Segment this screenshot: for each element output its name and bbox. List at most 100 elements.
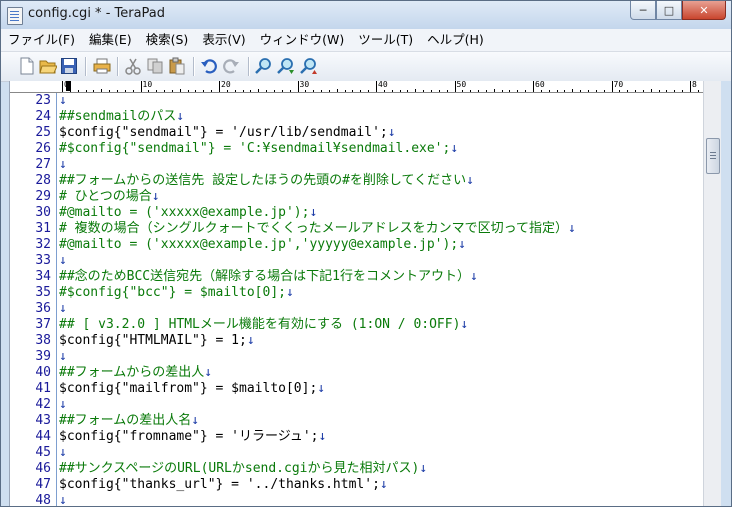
code-line[interactable]: 25 $config{"sendmail"} = '/usr/lib/sendma… (10, 125, 710, 141)
ruler-tick (187, 90, 189, 92)
line-number: 34 (35, 269, 51, 284)
ruler-tick (603, 90, 605, 92)
ruler-tick (485, 90, 487, 92)
newline-mark: ↓ (466, 173, 474, 188)
code-line[interactable]: 31 # 複数の場合（シングルクォートでくくったメールアドレスをカンマで区切って指… (10, 221, 710, 237)
code-line[interactable]: 43 ##フォームの差出人名↓ (10, 413, 710, 429)
save-icon[interactable] (60, 57, 78, 75)
line-text: #@mailto = ('xxxxx@example.jp','yyyyy@ex… (59, 237, 459, 252)
menu-window[interactable]: ウィンドウ(W) (253, 29, 352, 51)
code-line[interactable]: 32 #@mailto = ('xxxxx@example.jp','yyyyy@… (10, 237, 710, 253)
menu-tools[interactable]: ツール(T) (351, 29, 420, 51)
line-text: ##sendmailのパス (59, 109, 177, 124)
code-line[interactable]: 34 ##念のためBCC送信宛先（解除する場合は下記1行をコメントアウト）↓ (10, 269, 710, 285)
ruler-tick (93, 90, 95, 92)
code-line[interactable]: 47 $config{"thanks_url"} = '../thanks.htm… (10, 477, 710, 493)
find-prev-icon[interactable] (300, 57, 318, 75)
menu-file[interactable]: ファイル(F) (1, 29, 82, 51)
find-next-icon[interactable] (277, 57, 295, 75)
code-line[interactable]: 24 ##sendmailのパス↓ (10, 109, 710, 125)
code-line[interactable]: 39 ↓ (10, 349, 710, 365)
code-line[interactable]: 41 $config{"mailfrom"} = $mailto[0];↓ (10, 381, 710, 397)
ruler-tick (430, 90, 432, 92)
ruler-label: 20 (221, 81, 231, 89)
line-text: $config{"fromname"} = 'リラージュ'; (59, 429, 319, 444)
menu-bar: ファイル(F) 編集(E) 検索(S) 表示(V) ウィンドウ(W) ツール(T… (1, 29, 731, 52)
code-line[interactable]: 38 $config{"HTMLMAIL"} = 1;↓ (10, 333, 710, 349)
line-text: $config{"HTMLMAIL"} = 1; (59, 333, 247, 348)
code-line[interactable]: 27 ↓ (10, 157, 710, 173)
code-line[interactable]: 44 $config{"fromname"} = 'リラージュ';↓ (10, 429, 710, 445)
line-text: #$config{"sendmail"} = 'C:¥sendmail¥send… (59, 141, 451, 156)
ruler-label: 40 (378, 81, 388, 89)
terapad-app-icon[interactable] (7, 7, 23, 25)
ruler-tick (219, 81, 220, 92)
code-line[interactable]: 30 #@mailto = ('xxxxx@example.jp');↓ (10, 205, 710, 221)
close-button[interactable]: ✕ (682, 1, 726, 20)
code-line[interactable]: 46 ##サンクスページのURL(URLかsend.cgiから見た相対パス)↓ (10, 461, 710, 477)
line-text: $config{"thanks_url"} = '../thanks.html'… (59, 477, 380, 492)
text-editor[interactable]: 0 10 20 30 40 50 60 70 8 23 ↓ 24 ##sendmailのパス↓ 25 $c… (9, 81, 724, 506)
ruler-tick (234, 90, 236, 92)
code-line[interactable]: 29 # ひとつの場合↓ (10, 189, 710, 205)
code-comment: ##サンクスページのURL(URLかsend.cgiから見た相対パス)↓ (59, 461, 427, 477)
ruler-tick (344, 90, 346, 92)
code-line[interactable]: 40 ##フォームからの差出人↓ (10, 365, 710, 381)
ruler-tick (281, 90, 283, 92)
ruler-tick (156, 90, 158, 92)
ruler-tick (423, 90, 425, 92)
ruler-tick (635, 90, 637, 92)
paste-icon[interactable] (168, 57, 186, 75)
line-number: 32 (35, 237, 51, 252)
ruler-tick (336, 89, 338, 92)
print-icon[interactable] (93, 57, 111, 75)
code-line[interactable]: 42 ↓ (10, 397, 710, 413)
code-line[interactable]: 26 #$config{"sendmail"} = 'C:¥sendmail¥se… (10, 141, 710, 157)
thumb-grip (710, 152, 716, 153)
code-text: ↓ (59, 301, 67, 317)
ruler-tick (619, 90, 621, 92)
cut-icon[interactable] (124, 57, 142, 75)
menu-edit[interactable]: 編集(E) (82, 29, 139, 51)
code-line[interactable]: 48 ↓ (10, 493, 710, 506)
scrollbar-thumb[interactable] (706, 138, 720, 174)
line-number: 40 (35, 365, 51, 380)
ruler-tick (595, 90, 597, 92)
open-folder-icon[interactable] (39, 57, 57, 75)
code-text: ↓ (59, 445, 67, 461)
ruler-tick (140, 81, 142, 92)
code-comment: #@mailto = ('xxxxx@example.jp','yyyyy@ex… (59, 237, 466, 253)
title-bar[interactable]: config.cgi * - TeraPad ─ □ ✕ (1, 1, 731, 29)
ruler-tick (438, 90, 440, 92)
newline-mark: ↓ (151, 189, 160, 204)
menu-help[interactable]: ヘルプ(H) (420, 29, 491, 51)
undo-icon[interactable] (200, 57, 218, 75)
vertical-scrollbar[interactable] (703, 81, 721, 506)
toolbar (1, 52, 731, 82)
newline-mark: ↓ (568, 221, 576, 236)
code-line[interactable]: 37 ## [ v3.2.0 ] HTMLメール機能を有効にする (1:ON / … (10, 317, 710, 333)
menu-search[interactable]: 検索(S) (139, 29, 196, 51)
maximize-button[interactable]: □ (656, 1, 682, 20)
code-line[interactable]: 28 ##フォームからの送信先 設定したほうの先頭の#を削除してください↓ (10, 173, 710, 189)
line-number: 41 (35, 381, 51, 396)
line-number: 42 (35, 397, 51, 412)
minimize-button[interactable]: ─ (630, 1, 656, 20)
code-line[interactable]: 23 ↓ (10, 93, 710, 109)
find-icon[interactable] (255, 57, 273, 75)
code-line[interactable]: 35 #$config{"bcc"} = $mailto[0];↓ (10, 285, 710, 301)
code-comment: #$config{"sendmail"} = 'C:¥sendmail¥send… (59, 141, 458, 157)
code-line[interactable]: 33 ↓ (10, 253, 710, 269)
code-line[interactable]: 45 ↓ (10, 445, 710, 461)
line-number: 28 (35, 173, 51, 188)
menu-view[interactable]: 表示(V) (195, 29, 252, 51)
ruler-tick (383, 90, 385, 92)
new-file-icon[interactable] (18, 57, 36, 75)
line-number: 39 (35, 349, 51, 364)
copy-icon[interactable] (146, 57, 164, 75)
redo-icon[interactable] (222, 57, 240, 75)
ruler-tick (211, 90, 213, 92)
line-number: 29 (35, 189, 51, 204)
code-line[interactable]: 36 ↓ (10, 301, 710, 317)
ruler-tick (101, 89, 103, 92)
